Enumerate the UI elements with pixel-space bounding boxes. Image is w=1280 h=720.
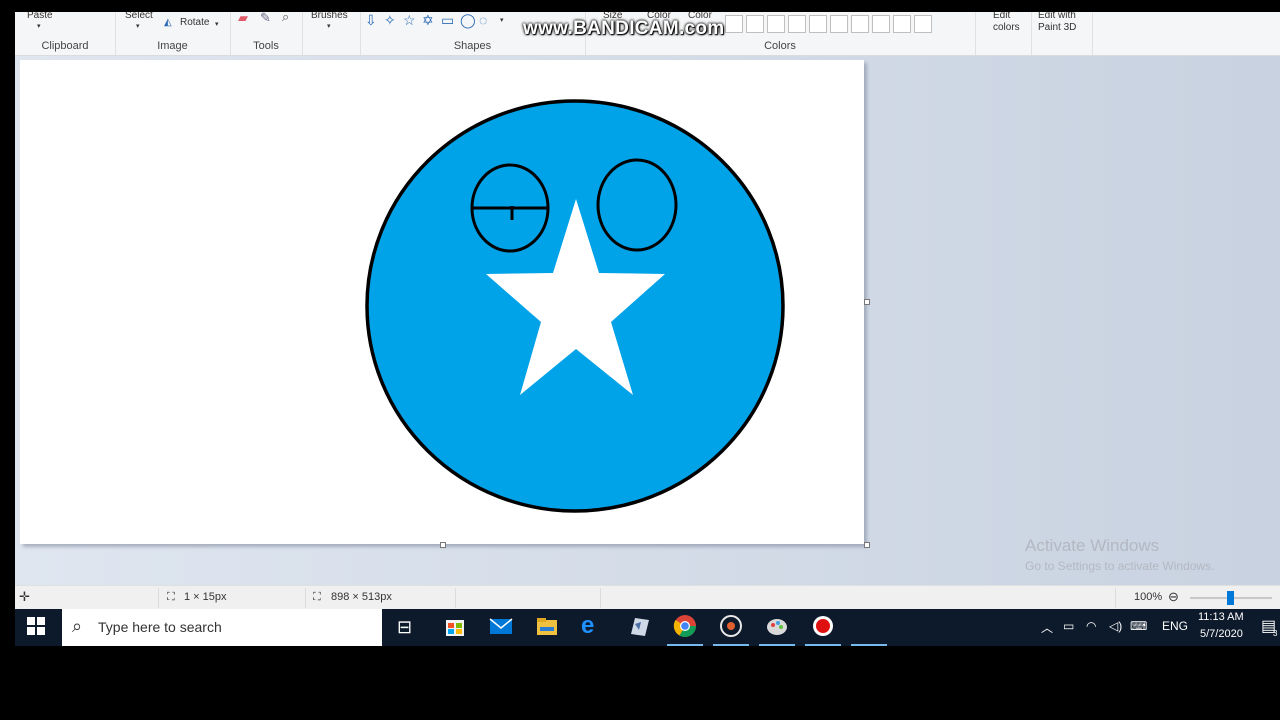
activate-windows-title: Activate Windows <box>1025 536 1160 555</box>
microsoft-store-icon[interactable] <box>443 614 469 640</box>
ribbon: Paste ▾ Clipboard Select ▾ ◭ Rotate ▾ Im… <box>15 12 1280 56</box>
task-view-icon[interactable]: ⊟ <box>397 617 423 643</box>
rotate-dropdown-icon[interactable]: ▾ <box>215 20 219 28</box>
zoom-level: 100% <box>1134 591 1163 603</box>
drawing-svg <box>365 99 785 513</box>
windows-taskbar: ⌕ Type here to search ⊟ e ︿ ▭ ◠ ◁) ⌨ ENG… <box>15 609 1280 646</box>
paint3d-group: Edit with Paint 3D <box>1031 12 1093 55</box>
arrow-down-shape-icon[interactable]: ⇩ <box>365 13 377 27</box>
status-divider <box>158 588 159 608</box>
image-size-icon: ⛶ <box>313 591 321 603</box>
search-icon: ⌕ <box>72 616 83 636</box>
zoom-slider-thumb[interactable] <box>1227 591 1234 605</box>
notification-count-badge: 3 <box>1273 629 1278 638</box>
tools-group-label: Tools <box>253 40 279 52</box>
file-explorer-icon[interactable] <box>535 614 561 640</box>
status-bar: ✛ ⛶ 1 × 15px ⛶ 898 × 513px 100% ⊖ <box>15 585 1280 610</box>
image-group-label: Image <box>157 40 188 52</box>
status-divider <box>600 588 601 608</box>
show-hidden-icons-icon[interactable]: ︿ <box>1041 619 1053 636</box>
windows-start-icon[interactable] <box>27 617 47 637</box>
brushes-button[interactable]: Brushes <box>311 12 348 21</box>
status-divider <box>1115 588 1116 608</box>
taskbar-search-box[interactable]: ⌕ Type here to search <box>62 609 382 646</box>
color-swatch[interactable] <box>725 15 743 33</box>
activate-windows-subtitle: Go to Settings to activate Windows. <box>1025 559 1215 573</box>
search-placeholder: Type here to search <box>98 619 222 635</box>
clipboard-group-label: Clipboard <box>41 40 89 52</box>
paint-app-icon[interactable] <box>627 614 653 640</box>
color-swatch[interactable] <box>746 15 764 33</box>
callout-cloud-shape-icon[interactable]: ◌ <box>479 13 487 27</box>
color-swatch[interactable] <box>914 15 932 33</box>
canvas-resize-handle[interactable] <box>864 299 870 305</box>
color-swatch[interactable] <box>809 15 827 33</box>
rotate-icon[interactable]: ◭ <box>164 17 172 28</box>
activate-windows-notice: Activate Windows Go to Settings to activ… <box>1025 536 1214 573</box>
bandicam-watermark: www.BANDICAM.com <box>523 18 725 39</box>
selection-size-icon: ⛶ <box>167 591 175 603</box>
callout-rect-shape-icon[interactable]: ▭ <box>441 13 454 27</box>
zoom-slider[interactable] <box>1190 591 1272 605</box>
magnifier-icon[interactable]: ⌕ <box>282 12 289 25</box>
six-point-star-shape-icon[interactable]: ✡ <box>422 13 434 27</box>
chrome-icon[interactable] <box>673 614 699 640</box>
brushes-dropdown-icon[interactable]: ▾ <box>327 22 331 30</box>
zoom-out-icon[interactable]: ⊖ <box>1168 589 1179 605</box>
canvas-resize-handle[interactable] <box>440 542 446 548</box>
color-swatch[interactable] <box>893 15 911 33</box>
app-running-indicator <box>851 644 887 646</box>
image-size: 898 × 513px <box>331 591 392 603</box>
brushes-group: Brushes ▾ <box>302 12 361 55</box>
keyboard-icon[interactable]: ⌨ <box>1130 619 1147 633</box>
drawing-canvas[interactable] <box>20 60 864 544</box>
wifi-icon[interactable]: ◠ <box>1086 619 1096 633</box>
canvas-workspace: Activate Windows Go to Settings to activ… <box>15 56 1280 585</box>
select-dropdown-icon[interactable]: ▾ <box>136 22 140 30</box>
volume-icon[interactable]: ◁) <box>1109 619 1122 633</box>
status-divider <box>305 588 306 608</box>
battery-icon[interactable]: ▭ <box>1063 619 1074 633</box>
selection-size: 1 × 15px <box>184 591 227 603</box>
paste-dropdown-icon[interactable]: ▾ <box>37 22 41 30</box>
paint-window: Paste ▾ Clipboard Select ▾ ◭ Rotate ▾ Im… <box>15 12 1280 646</box>
shapes-group-label: Shapes <box>453 40 492 52</box>
clipboard-group: Paste ▾ Clipboard <box>15 12 116 55</box>
four-point-star-shape-icon[interactable]: ✧ <box>384 13 396 27</box>
edit-colors-button[interactable]: Edit colors <box>993 12 1029 34</box>
eraser-icon[interactable]: ▰ <box>238 12 248 26</box>
color-swatch[interactable] <box>788 15 806 33</box>
mail-icon[interactable] <box>489 614 515 640</box>
paste-button[interactable]: Paste <box>27 12 53 21</box>
tools-group: ▰ ✎ ⌕ Tools <box>230 12 303 55</box>
five-point-star-shape-icon[interactable]: ☆ <box>403 13 416 27</box>
paint3d-app-icon[interactable] <box>765 614 791 640</box>
edit-with-paint3d-button[interactable]: Edit with Paint 3D <box>1038 12 1090 34</box>
rotate-button[interactable]: Rotate <box>180 17 209 28</box>
select-button[interactable]: Select <box>125 12 153 21</box>
clock-time[interactable]: 11:13 AM <box>1198 611 1244 623</box>
canvas-resize-handle[interactable] <box>864 542 870 548</box>
color-swatch[interactable] <box>872 15 890 33</box>
media-running-indicator <box>713 644 749 646</box>
bandicam-record-icon[interactable] <box>811 614 837 640</box>
chrome-running-indicator <box>667 644 703 646</box>
color-picker-icon[interactable]: ✎ <box>260 12 271 26</box>
color-swatch[interactable] <box>767 15 785 33</box>
clock-date[interactable]: 5/7/2020 <box>1200 628 1243 640</box>
shapes-more-icon[interactable]: ▾ <box>500 16 504 24</box>
edge-browser-icon[interactable]: e <box>581 612 607 639</box>
paint3d-running-indicator <box>759 644 795 646</box>
color-swatch[interactable] <box>851 15 869 33</box>
edit-colors-group: Edit colors <box>975 12 1031 55</box>
cursor-position-icon: ✛ <box>19 589 30 604</box>
language-indicator[interactable]: ENG <box>1162 619 1188 633</box>
color-swatch[interactable] <box>830 15 848 33</box>
bandicam-running-indicator <box>805 644 841 646</box>
image-group: Select ▾ ◭ Rotate ▾ Image <box>115 12 231 55</box>
media-player-icon[interactable] <box>719 614 745 640</box>
callout-oval-shape-icon[interactable]: ◯ <box>460 13 476 27</box>
colors-group-label: Colors <box>764 40 796 52</box>
status-divider <box>455 588 456 608</box>
